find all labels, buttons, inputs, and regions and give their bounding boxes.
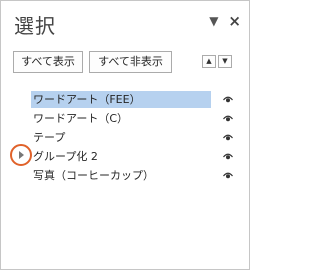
toolbar: すべて表示 すべて非表示 ▲ ▼ <box>13 51 239 73</box>
chevron-right-icon <box>19 151 24 159</box>
list-item[interactable]: ワードアート（FEE） <box>31 90 243 109</box>
group-expand-toggle[interactable] <box>10 144 32 166</box>
eye-icon[interactable] <box>223 95 233 104</box>
close-icon[interactable]: × <box>228 14 241 29</box>
list-item-label: 写真（コーヒーカップ） <box>33 169 154 182</box>
eye-icon[interactable] <box>223 114 233 123</box>
selection-pane: 選択 ▼ × すべて表示 すべて非表示 ▲ ▼ ワードアート（FEE） ワードア… <box>0 0 250 270</box>
list-item-label: ワードアート（C） <box>33 112 129 125</box>
eye-icon[interactable] <box>223 152 233 161</box>
eye-icon[interactable] <box>223 171 233 180</box>
pane-controls: ▼ × <box>209 14 241 29</box>
hide-all-button[interactable]: すべて非表示 <box>89 51 172 73</box>
send-backward-button[interactable]: ▼ <box>218 55 232 68</box>
list-item[interactable]: ワードアート（C） <box>31 109 243 128</box>
eye-icon[interactable] <box>223 133 233 142</box>
list-item[interactable]: グループ化 2 <box>31 147 243 166</box>
show-all-button[interactable]: すべて表示 <box>13 51 83 73</box>
pane-title: 選択 <box>14 14 56 38</box>
list-item-label: ワードアート（FEE） <box>33 93 141 106</box>
list-item[interactable]: テープ <box>31 128 243 147</box>
pane-options-menu-icon[interactable]: ▼ <box>209 15 218 27</box>
list-item-label: グループ化 2 <box>33 150 98 163</box>
bring-forward-button[interactable]: ▲ <box>202 55 216 68</box>
list-item-label: テープ <box>33 131 66 144</box>
list-item[interactable]: 写真（コーヒーカップ） <box>31 166 243 185</box>
